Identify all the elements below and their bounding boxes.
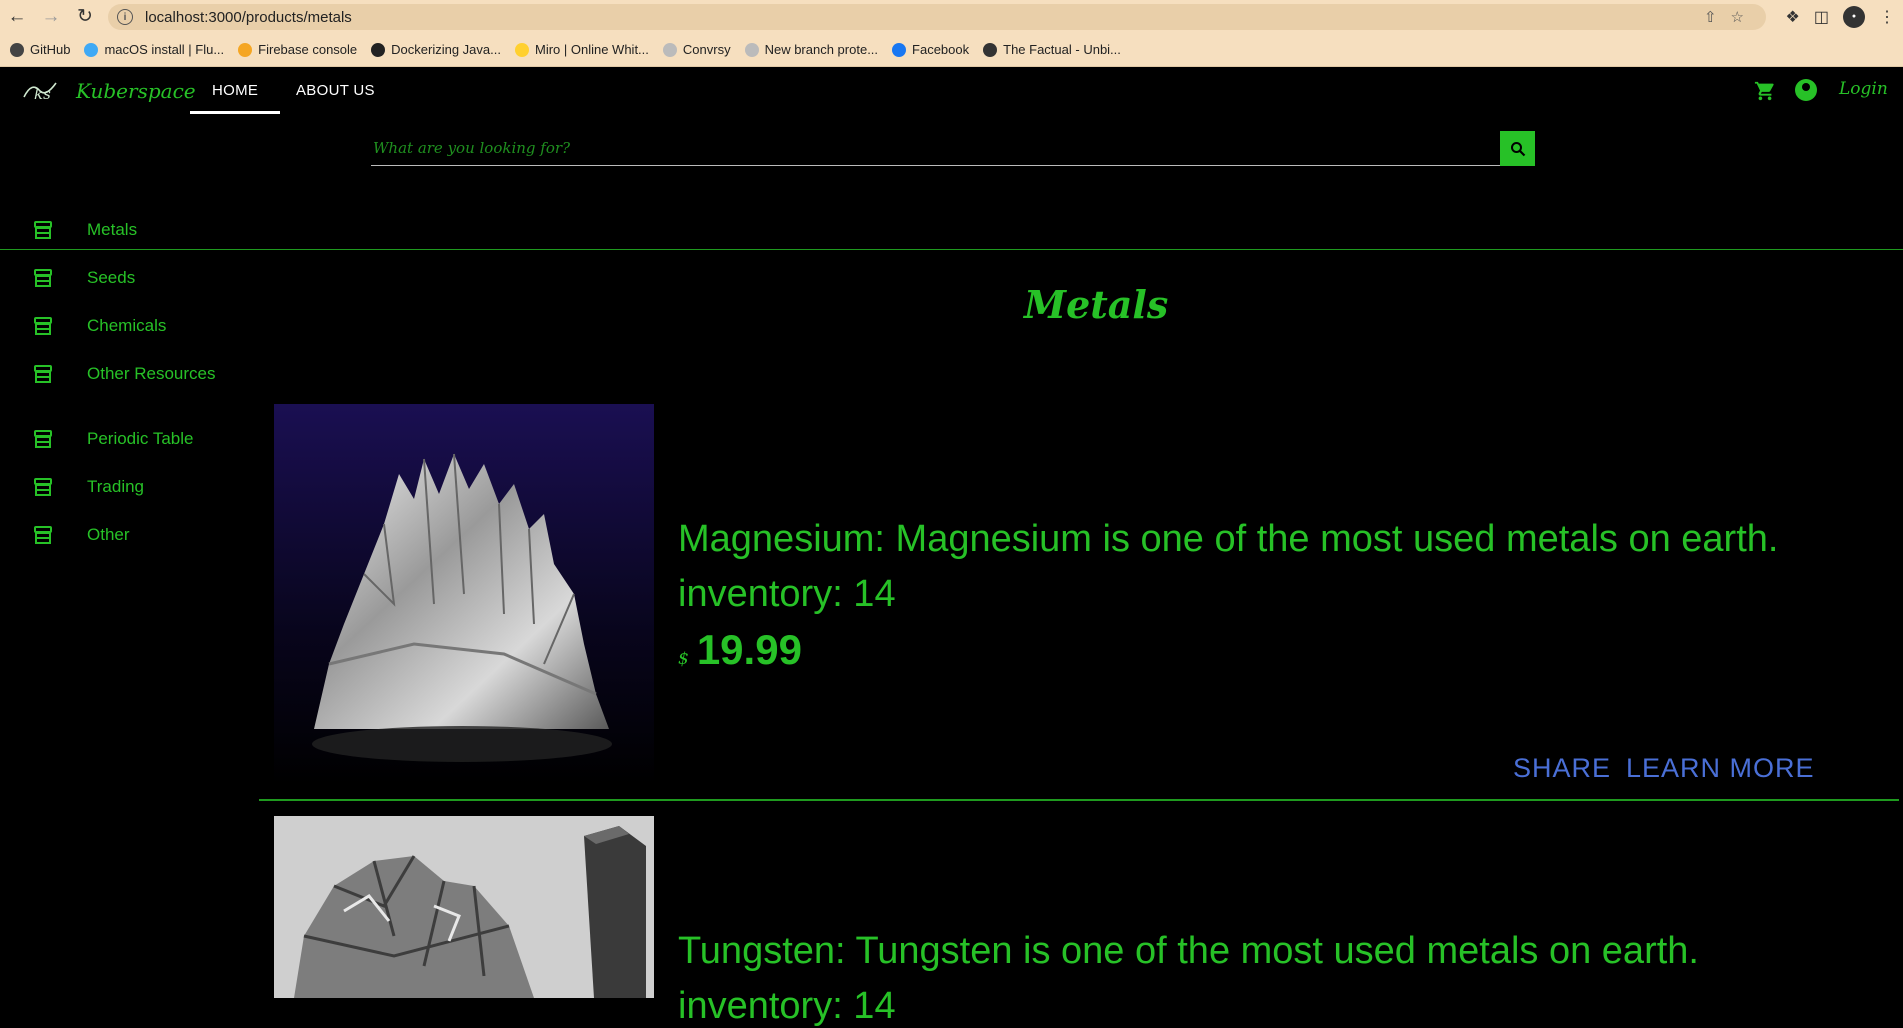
browser-toolbar: ← → ↻ i localhost:3000/products/metals ⇧… (0, 0, 1903, 33)
store-icon (34, 269, 52, 287)
product-title: Tungsten: Tungsten is one of the most us… (678, 930, 1699, 972)
store-icon (34, 317, 52, 335)
reload-icon[interactable]: ↻ (68, 0, 102, 33)
site-info-icon[interactable]: i (117, 9, 133, 25)
tab-home[interactable]: HOME (212, 82, 258, 99)
price-currency: $ (678, 649, 689, 669)
share-page-icon[interactable]: ⇧ (1704, 8, 1717, 26)
app-header: ks Kuberspace HOME ABOUT US Login (0, 67, 1903, 250)
sidebar-item-label: Seeds (87, 268, 136, 287)
github-icon (10, 42, 24, 57)
product-inventory: inventory: 14 (678, 985, 896, 1027)
store-icon (34, 221, 52, 239)
sidebar-item-other[interactable]: Other (0, 515, 255, 555)
login-link[interactable]: Login (1839, 79, 1888, 99)
browser-menu-icon[interactable]: ⋮ (1879, 7, 1895, 27)
product-divider (259, 799, 1899, 801)
address-bar[interactable]: i localhost:3000/products/metals ⇧ ☆ (108, 4, 1766, 30)
product-image-tungsten[interactable] (274, 816, 654, 998)
product-inventory: inventory: 14 (678, 573, 896, 615)
address-bar-url[interactable]: localhost:3000/products/metals (145, 9, 352, 26)
account-icon[interactable] (1795, 79, 1817, 101)
bookmark-new-branch[interactable]: New branch prote... (744, 42, 878, 57)
bookmark-github[interactable]: GitHub (10, 42, 70, 57)
header-divider (0, 249, 1903, 250)
bookmark-firebase[interactable]: Firebase console (238, 42, 357, 57)
product-title: Magnesium: Magnesium is one of the most … (678, 518, 1779, 560)
bookmark-the-factual[interactable]: The Factual - Unbi... (983, 42, 1121, 57)
store-icon (34, 526, 52, 544)
sidebar-item-other-resources[interactable]: Other Resources (0, 354, 255, 394)
price-amount: 19.99 (696, 626, 802, 673)
side-panel-icon[interactable]: ◫ (1814, 7, 1829, 27)
miro-icon (514, 42, 529, 57)
docker-site-icon (371, 42, 386, 57)
svg-text:ks: ks (34, 85, 51, 103)
search-icon (1510, 141, 1525, 156)
profile-avatar[interactable]: ● (1843, 5, 1865, 28)
sidebar-item-label: Chemicals (87, 316, 167, 335)
product-price: $ 19.99 (678, 626, 802, 674)
store-icon (34, 478, 52, 496)
bookmarks-bar: GitHub macOS install | Flu... Firebase c… (0, 33, 1903, 67)
sidebar-item-label: Trading (87, 477, 145, 496)
search-input[interactable] (371, 131, 1499, 164)
sidebar-item-trading[interactable]: Trading (0, 467, 255, 507)
bookmark-convrsy[interactable]: Convrsy (662, 42, 731, 57)
bookmark-dockerizing-java[interactable]: Dockerizing Java... (371, 42, 501, 57)
search-button[interactable] (1500, 131, 1535, 166)
brand-name[interactable]: Kuberspace (76, 79, 196, 103)
sidebar-item-metals[interactable]: Metals (0, 210, 255, 250)
store-icon (34, 430, 52, 448)
page-title: Metals (1024, 282, 1169, 327)
bookmark-facebook[interactable]: Facebook (892, 42, 969, 57)
share-button[interactable]: SHARE (1513, 753, 1611, 784)
back-icon[interactable]: ← (0, 0, 34, 33)
facebook-icon (892, 42, 907, 57)
forward-icon[interactable]: → (34, 0, 68, 33)
tab-about-us[interactable]: ABOUT US (296, 82, 375, 99)
firebase-icon (238, 42, 253, 57)
bookmark-macos-install[interactable]: macOS install | Flu... (84, 42, 224, 57)
sidebar-item-label: Other (87, 525, 130, 544)
extensions-icon[interactable]: ❖ (1786, 7, 1800, 27)
bookmark-star-icon[interactable]: ☆ (1731, 8, 1744, 26)
sidebar-item-label: Metals (87, 220, 138, 239)
sidebar-item-chemicals[interactable]: Chemicals (0, 306, 255, 346)
store-icon (34, 365, 52, 383)
product-image-magnesium[interactable] (274, 404, 654, 784)
sidebar-item-seeds[interactable]: Seeds (0, 258, 255, 298)
bookmark-miro[interactable]: Miro | Online Whit... (514, 42, 649, 57)
brand-logo[interactable]: ks (22, 77, 62, 105)
learn-more-button[interactable]: LEARN MORE (1626, 753, 1815, 784)
sidebar-item-label: Periodic Table (87, 429, 194, 448)
sidebar-item-label: Other Resources (87, 364, 216, 383)
search-field (371, 131, 1501, 166)
globe-icon (662, 42, 677, 57)
flutter-icon (84, 42, 99, 57)
active-tab-indicator (190, 111, 280, 114)
sidebar-item-periodic-table[interactable]: Periodic Table (0, 419, 255, 459)
globe-icon (744, 42, 759, 57)
factual-icon (983, 42, 998, 57)
cart-icon[interactable] (1754, 80, 1776, 102)
